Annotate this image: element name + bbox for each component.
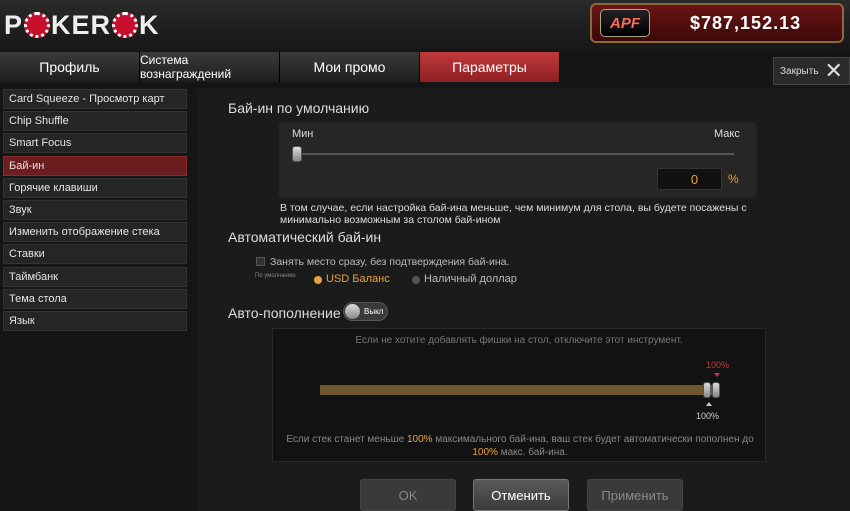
upper-marker-icon — [714, 373, 720, 377]
apf-badge: APF — [600, 9, 650, 37]
sidebar-item-hotkeys[interactable]: Горячие клавиши — [3, 177, 187, 198]
close-label: Закрыть — [780, 65, 819, 77]
sidebar-item-bets[interactable]: Ставки — [3, 244, 187, 265]
take-seat-checkbox[interactable] — [256, 257, 265, 266]
refill-upper-value: 100% — [706, 360, 730, 370]
refill-slider-thumb-lower[interactable] — [703, 382, 711, 398]
refill-lower-value: 100% — [696, 411, 720, 421]
poker-chip-icon — [24, 12, 51, 38]
close-button[interactable]: Закрыть ✕ — [773, 57, 850, 85]
max-label: Макс — [714, 128, 740, 140]
sidebar-item-card-squeeze[interactable]: Card Squeeze - Просмотр карт — [3, 89, 187, 109]
sidebar-item-chip-shuffle[interactable]: Chip Shuffle — [3, 111, 187, 132]
lower-marker-icon — [706, 402, 712, 406]
buyin-percent-input[interactable]: 0 — [657, 168, 722, 190]
sidebar-item-table-theme[interactable]: Тема стола — [3, 288, 187, 309]
auto-refill-info: Если стек станет меньше 100% максимально… — [286, 434, 754, 458]
min-label: Мин — [292, 128, 314, 140]
pokerok-logo: P KER K — [4, 9, 160, 40]
tab-profile[interactable]: Профиль — [0, 52, 140, 82]
cash-dollar-radio[interactable] — [412, 276, 420, 284]
sidebar-item-smart-focus[interactable]: Smart Focus — [3, 133, 187, 154]
auto-refill-hint: Если не хотите добавлять фишки на стол, … — [355, 335, 683, 346]
toggle-label: Выкл — [364, 307, 384, 316]
balance-display: APF $787,152.13 — [590, 3, 844, 43]
close-icon: ✕ — [824, 58, 843, 83]
buyin-note: В том случае, если настройка бай-ина мен… — [280, 202, 747, 226]
buyin-slider-thumb[interactable] — [292, 146, 302, 162]
tab-my-promos[interactable]: Мои промо — [280, 52, 420, 82]
auto-buyin-title: Автоматический бай-ин — [228, 229, 382, 245]
settings-window: P KER K APF $787,152.13 Профиль Система … — [0, 0, 850, 511]
cash-dollar-label[interactable]: Наличный доллар — [424, 273, 517, 285]
sidebar-item-language[interactable]: Язык — [3, 310, 187, 331]
sidebar-item-buyin[interactable]: Бай-ин — [3, 155, 187, 176]
refill-slider-thumb-upper[interactable] — [712, 382, 720, 398]
refill-slider-track[interactable] — [320, 385, 718, 395]
buyin-default-title: Бай-ин по умолчанию — [228, 100, 370, 116]
top-bar: P KER K APF $787,152.13 — [0, 0, 850, 52]
usd-balance-radio[interactable] — [314, 276, 322, 284]
sidebar-item-timebank[interactable]: Таймбанк — [3, 266, 187, 287]
auto-refill-title: Авто-пополнение — [228, 305, 341, 321]
apply-button[interactable]: Применить — [587, 479, 683, 511]
take-seat-label: Занять место сразу, без подтверждения ба… — [270, 256, 510, 268]
toggle-knob — [345, 304, 360, 319]
sidebar-item-stack-display[interactable]: Изменить отображение стека — [3, 222, 187, 243]
poker-chip-icon — [112, 12, 139, 38]
default-label: По умолчанию — [255, 273, 296, 279]
auto-refill-toggle[interactable]: Выкл — [343, 302, 388, 321]
settings-sidebar: Card Squeeze - Просмотр карт Chip Shuffl… — [3, 89, 187, 333]
balance-amount: $787,152.13 — [690, 12, 802, 33]
usd-balance-label[interactable]: USD Баланс — [326, 273, 390, 285]
buyin-slider-track[interactable] — [292, 153, 734, 155]
tab-settings[interactable]: Параметры — [420, 52, 560, 82]
ok-button[interactable]: OK — [360, 479, 456, 511]
cancel-button[interactable]: Отменить — [473, 479, 569, 511]
tab-bar: Профиль Система вознаграждений Мои промо… — [0, 52, 560, 82]
sidebar-item-sound[interactable]: Звук — [3, 199, 187, 220]
tab-rewards[interactable]: Система вознаграждений — [140, 52, 280, 82]
percent-sign: % — [728, 172, 739, 186]
